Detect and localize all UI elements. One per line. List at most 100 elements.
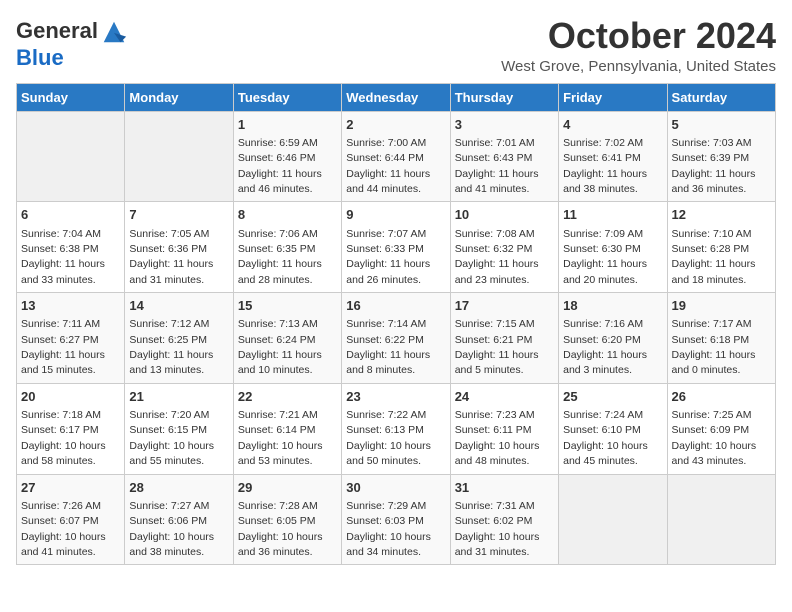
day-cell: 10 Sunrise: 7:08 AMSunset: 6:32 PMDayligh…: [450, 202, 558, 293]
day-cell: 25 Sunrise: 7:24 AMSunset: 6:10 PMDayligh…: [559, 383, 667, 474]
day-cell: 7 Sunrise: 7:05 AMSunset: 6:36 PMDaylight…: [125, 202, 233, 293]
logo-icon: [100, 18, 128, 46]
day-info: Sunrise: 7:08 AMSunset: 6:32 PMDaylight:…: [455, 228, 539, 286]
day-cell: 23 Sunrise: 7:22 AMSunset: 6:13 PMDayligh…: [342, 383, 450, 474]
day-cell: 15Sunrise: 7:13 AMSunset: 6:24 PMDayligh…: [233, 293, 341, 384]
day-number: 20: [21, 388, 120, 406]
day-info: Sunrise: 7:02 AMSunset: 6:41 PMDaylight:…: [563, 137, 647, 195]
day-info: Sunrise: 7:04 AMSunset: 6:38 PMDaylight:…: [21, 228, 105, 286]
day-cell: 6 Sunrise: 7:04 AMSunset: 6:38 PMDaylight…: [17, 202, 125, 293]
day-number: 7: [129, 206, 228, 224]
day-info: Sunrise: 7:03 AMSunset: 6:39 PMDaylight:…: [672, 137, 756, 195]
title-area: October 2024 West Grove, Pennsylvania, U…: [501, 16, 776, 75]
day-cell: 20 Sunrise: 7:18 AMSunset: 6:17 PMDayligh…: [17, 383, 125, 474]
day-number: 23: [346, 388, 445, 406]
weekday-header-tuesday: Tuesday: [233, 83, 341, 111]
day-cell: 13 Sunrise: 7:11 AMSunset: 6:27 PMDayligh…: [17, 293, 125, 384]
day-number: 31: [455, 479, 554, 497]
day-info: Sunrise: 7:18 AMSunset: 6:17 PMDaylight:…: [21, 409, 106, 467]
week-row-1: 1 Sunrise: 6:59 AMSunset: 6:46 PMDaylight…: [17, 111, 776, 202]
logo-general-text: General: [16, 19, 98, 43]
day-info: Sunrise: 7:11 AMSunset: 6:27 PMDaylight:…: [21, 318, 105, 376]
week-row-5: 27Sunrise: 7:26 AMSunset: 6:07 PMDayligh…: [17, 474, 776, 565]
day-cell: 4Sunrise: 7:02 AMSunset: 6:41 PMDaylight…: [559, 111, 667, 202]
day-number: 12: [672, 206, 771, 224]
day-number: 30: [346, 479, 445, 497]
week-row-2: 6 Sunrise: 7:04 AMSunset: 6:38 PMDaylight…: [17, 202, 776, 293]
day-cell: [559, 474, 667, 565]
day-cell: 26Sunrise: 7:25 AMSunset: 6:09 PMDayligh…: [667, 383, 775, 474]
day-info: Sunrise: 7:06 AMSunset: 6:35 PMDaylight:…: [238, 228, 322, 286]
day-cell: 2Sunrise: 7:00 AMSunset: 6:44 PMDaylight…: [342, 111, 450, 202]
day-info: Sunrise: 7:22 AMSunset: 6:13 PMDaylight:…: [346, 409, 431, 467]
day-cell: 19 Sunrise: 7:17 AMSunset: 6:18 PMDayligh…: [667, 293, 775, 384]
day-cell: [17, 111, 125, 202]
day-number: 3: [455, 116, 554, 134]
day-info: Sunrise: 7:25 AMSunset: 6:09 PMDaylight:…: [672, 409, 757, 467]
day-info: Sunrise: 7:09 AMSunset: 6:30 PMDaylight:…: [563, 228, 647, 286]
day-info: Sunrise: 7:27 AMSunset: 6:06 PMDaylight:…: [129, 500, 214, 558]
day-cell: 8 Sunrise: 7:06 AMSunset: 6:35 PMDaylight…: [233, 202, 341, 293]
day-info: Sunrise: 7:20 AMSunset: 6:15 PMDaylight:…: [129, 409, 214, 467]
day-number: 14: [129, 297, 228, 315]
month-title: October 2024: [501, 16, 776, 56]
day-cell: 3Sunrise: 7:01 AMSunset: 6:43 PMDaylight…: [450, 111, 558, 202]
day-info: Sunrise: 6:59 AMSunset: 6:46 PMDaylight:…: [238, 137, 322, 195]
day-number: 8: [238, 206, 337, 224]
day-number: 17: [455, 297, 554, 315]
weekday-header-wednesday: Wednesday: [342, 83, 450, 111]
day-cell: 16 Sunrise: 7:14 AMSunset: 6:22 PMDayligh…: [342, 293, 450, 384]
day-info: Sunrise: 7:07 AMSunset: 6:33 PMDaylight:…: [346, 228, 430, 286]
day-info: Sunrise: 7:29 AMSunset: 6:03 PMDaylight:…: [346, 500, 431, 558]
day-info: Sunrise: 7:24 AMSunset: 6:10 PMDaylight:…: [563, 409, 648, 467]
day-number: 11: [563, 206, 662, 224]
day-number: 19: [672, 297, 771, 315]
day-cell: 12 Sunrise: 7:10 AMSunset: 6:28 PMDayligh…: [667, 202, 775, 293]
day-info: Sunrise: 7:13 AMSunset: 6:24 PMDaylight:…: [238, 318, 322, 376]
day-info: Sunrise: 7:12 AMSunset: 6:25 PMDaylight:…: [129, 318, 213, 376]
day-number: 18: [563, 297, 662, 315]
day-number: 13: [21, 297, 120, 315]
day-cell: 28Sunrise: 7:27 AMSunset: 6:06 PMDayligh…: [125, 474, 233, 565]
day-number: 1: [238, 116, 337, 134]
day-cell: 11 Sunrise: 7:09 AMSunset: 6:30 PMDayligh…: [559, 202, 667, 293]
day-number: 5: [672, 116, 771, 134]
day-info: Sunrise: 7:21 AMSunset: 6:14 PMDaylight:…: [238, 409, 323, 467]
day-info: Sunrise: 7:14 AMSunset: 6:22 PMDaylight:…: [346, 318, 430, 376]
day-cell: 30 Sunrise: 7:29 AMSunset: 6:03 PMDayligh…: [342, 474, 450, 565]
weekday-header-friday: Friday: [559, 83, 667, 111]
weekday-header-saturday: Saturday: [667, 83, 775, 111]
logo: General Blue: [16, 16, 128, 70]
day-cell: 21 Sunrise: 7:20 AMSunset: 6:15 PMDayligh…: [125, 383, 233, 474]
day-number: 6: [21, 206, 120, 224]
day-info: Sunrise: 7:26 AMSunset: 6:07 PMDaylight:…: [21, 500, 106, 558]
location: West Grove, Pennsylvania, United States: [501, 58, 776, 75]
calendar-table: SundayMondayTuesdayWednesdayThursdayFrid…: [16, 83, 776, 566]
day-number: 21: [129, 388, 228, 406]
header: General Blue October 2024 West Grove, Pe…: [16, 16, 776, 75]
day-number: 2: [346, 116, 445, 134]
day-number: 25: [563, 388, 662, 406]
day-cell: 5 Sunrise: 7:03 AMSunset: 6:39 PMDaylight…: [667, 111, 775, 202]
day-info: Sunrise: 7:17 AMSunset: 6:18 PMDaylight:…: [672, 318, 756, 376]
day-cell: [667, 474, 775, 565]
weekday-header-monday: Monday: [125, 83, 233, 111]
day-cell: 27Sunrise: 7:26 AMSunset: 6:07 PMDayligh…: [17, 474, 125, 565]
day-cell: 9Sunrise: 7:07 AMSunset: 6:33 PMDaylight…: [342, 202, 450, 293]
week-row-4: 20 Sunrise: 7:18 AMSunset: 6:17 PMDayligh…: [17, 383, 776, 474]
day-info: Sunrise: 7:23 AMSunset: 6:11 PMDaylight:…: [455, 409, 540, 467]
day-number: 29: [238, 479, 337, 497]
day-info: Sunrise: 7:05 AMSunset: 6:36 PMDaylight:…: [129, 228, 213, 286]
day-cell: 1 Sunrise: 6:59 AMSunset: 6:46 PMDaylight…: [233, 111, 341, 202]
day-info: Sunrise: 7:10 AMSunset: 6:28 PMDaylight:…: [672, 228, 756, 286]
day-info: Sunrise: 7:28 AMSunset: 6:05 PMDaylight:…: [238, 500, 323, 558]
day-number: 22: [238, 388, 337, 406]
day-number: 16: [346, 297, 445, 315]
day-number: 24: [455, 388, 554, 406]
day-cell: 17Sunrise: 7:15 AMSunset: 6:21 PMDayligh…: [450, 293, 558, 384]
day-number: 10: [455, 206, 554, 224]
weekday-header-row: SundayMondayTuesdayWednesdayThursdayFrid…: [17, 83, 776, 111]
day-cell: 22 Sunrise: 7:21 AMSunset: 6:14 PMDayligh…: [233, 383, 341, 474]
day-cell: 18Sunrise: 7:16 AMSunset: 6:20 PMDayligh…: [559, 293, 667, 384]
day-info: Sunrise: 7:31 AMSunset: 6:02 PMDaylight:…: [455, 500, 540, 558]
